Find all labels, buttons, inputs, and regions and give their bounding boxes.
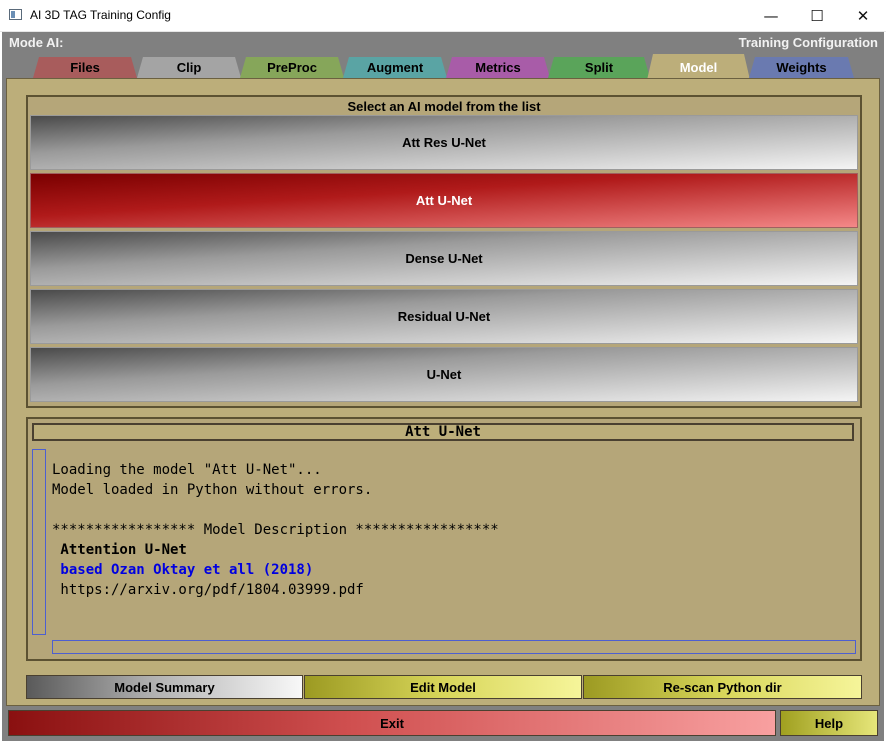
model-info-header: Att U-Net bbox=[32, 423, 854, 441]
model-item-att-res-unet[interactable]: Att Res U-Net bbox=[30, 115, 858, 170]
model-info-panel: Att U-Net Loading the model "Att U-Net".… bbox=[26, 417, 862, 661]
tab-content: Select an AI model from the list Att Res… bbox=[6, 78, 880, 706]
model-description-url: https://arxiv.org/pdf/1804.03999.pdf bbox=[52, 582, 364, 598]
model-item-att-unet[interactable]: Att U-Net bbox=[30, 173, 858, 228]
tab-weights[interactable]: Weights bbox=[749, 57, 854, 78]
minimize-button[interactable]: — bbox=[748, 0, 794, 31]
tab-augment[interactable]: Augment bbox=[343, 57, 447, 78]
tab-clip[interactable]: Clip bbox=[137, 57, 241, 78]
help-button[interactable]: Help bbox=[780, 710, 878, 736]
console-line: Loading the model "Att U-Net"... bbox=[52, 462, 322, 478]
model-list-panel: Select an AI model from the list Att Res… bbox=[26, 95, 862, 408]
mode-label: Mode AI: bbox=[9, 35, 64, 50]
model-list-title: Select an AI model from the list bbox=[347, 99, 541, 114]
console-line: ***************** Model Description ****… bbox=[52, 522, 499, 538]
tab-split[interactable]: Split bbox=[548, 57, 650, 78]
app-icon bbox=[9, 9, 22, 20]
model-item-unet[interactable]: U-Net bbox=[30, 347, 858, 402]
tab-model[interactable]: Model bbox=[647, 54, 750, 80]
tab-metrics[interactable]: Metrics bbox=[446, 57, 550, 78]
maximize-button[interactable]: ☐ bbox=[794, 0, 840, 31]
vertical-scrollbar[interactable] bbox=[32, 449, 46, 635]
model-description-author: based Ozan Oktay et all (2018) bbox=[52, 562, 314, 578]
model-console-output: Loading the model "Att U-Net"... Model lo… bbox=[52, 460, 499, 600]
console-line: Model loaded in Python without errors. bbox=[52, 482, 373, 498]
close-button[interactable]: ✕ bbox=[840, 0, 886, 31]
rescan-python-dir-button[interactable]: Re-scan Python dir bbox=[583, 675, 862, 699]
main-frame: Mode AI: Training Configuration Files Cl… bbox=[2, 32, 884, 741]
model-item-residual-unet[interactable]: Residual U-Net bbox=[30, 289, 858, 344]
tab-files[interactable]: Files bbox=[33, 57, 137, 78]
config-label: Training Configuration bbox=[738, 35, 878, 50]
exit-button[interactable]: Exit bbox=[8, 710, 776, 736]
model-summary-button[interactable]: Model Summary bbox=[26, 675, 303, 699]
model-item-dense-unet[interactable]: Dense U-Net bbox=[30, 231, 858, 286]
horizontal-scrollbar[interactable] bbox=[52, 640, 856, 654]
title-bar: AI 3D TAG Training Config — ☐ ✕ bbox=[0, 0, 886, 32]
edit-model-button[interactable]: Edit Model bbox=[304, 675, 582, 699]
model-description-name: Attention U-Net bbox=[52, 542, 187, 558]
window-title: AI 3D TAG Training Config bbox=[30, 8, 171, 22]
tab-preproc[interactable]: PreProc bbox=[240, 57, 344, 78]
